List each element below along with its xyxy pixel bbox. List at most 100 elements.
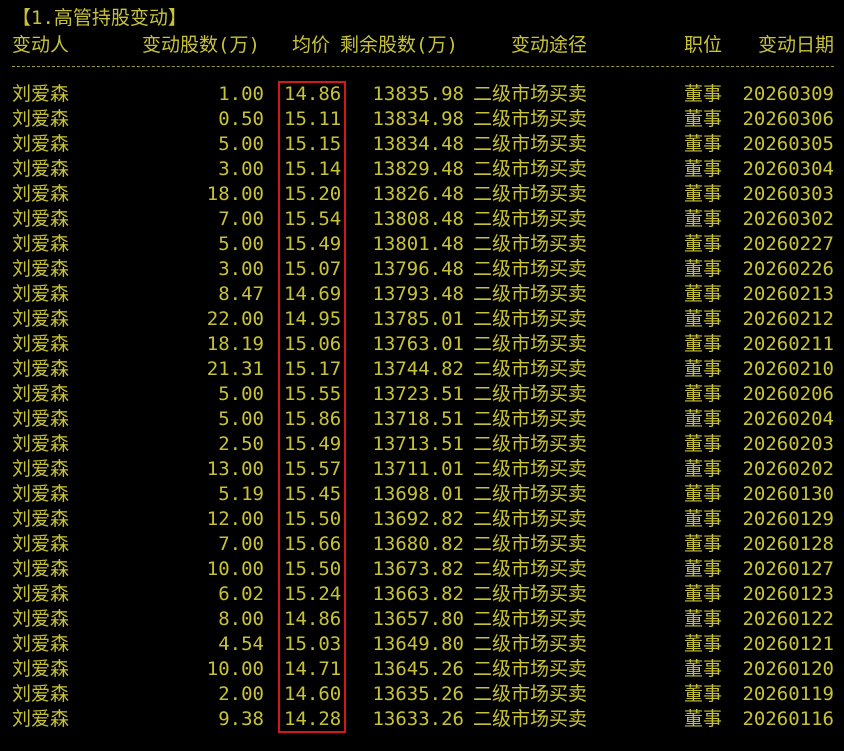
cell-name: 刘爱森 [12, 283, 70, 305]
cell-remain: 13692.82 [372, 508, 464, 530]
table-row[interactable]: 刘爱森 2.50 15.49 13713.51 二级市场买卖 董事 20260203 [0, 432, 844, 457]
cell-name: 刘爱森 [12, 133, 70, 155]
cell-position: 董事 [684, 583, 723, 605]
cell-date: 20260128 [742, 533, 834, 555]
cell-position: 董事 [684, 483, 723, 505]
table-row[interactable]: 刘爱森 10.00 15.50 13673.82 二级市场买卖 董事 20260127 [0, 557, 844, 582]
cell-route: 二级市场买卖 [473, 358, 588, 380]
cell-shares: 8.47 [218, 283, 264, 305]
cell-shares: 5.19 [218, 483, 264, 505]
header-route: 变动途径 [511, 34, 588, 56]
cell-date: 20260306 [742, 108, 834, 130]
cell-route: 二级市场买卖 [473, 208, 588, 230]
cell-name: 刘爱森 [12, 533, 70, 555]
cell-name: 刘爱森 [12, 158, 70, 180]
cell-name: 刘爱森 [12, 633, 70, 655]
cell-price: 14.69 [284, 283, 342, 305]
cell-position: 董事 [684, 133, 723, 155]
table-row[interactable]: 刘爱森 0.50 15.11 13834.98 二级市场买卖 董事 20260306 [0, 107, 844, 132]
table-row[interactable]: 刘爱森 5.00 15.49 13801.48 二级市场买卖 董事 20260227 [0, 232, 844, 257]
cell-position: 董事 [684, 558, 723, 580]
table-row[interactable]: 刘爱森 12.00 15.50 13692.82 二级市场买卖 董事 20260129 [0, 507, 844, 532]
cell-position: 董事 [684, 508, 723, 530]
table-row[interactable]: 刘爱森 5.19 15.45 13698.01 二级市场买卖 董事 20260130 [0, 482, 844, 507]
cell-date: 20260202 [742, 458, 834, 480]
cell-date: 20260203 [742, 433, 834, 455]
cell-route: 二级市场买卖 [473, 508, 588, 530]
cell-position: 董事 [684, 258, 723, 280]
table-row[interactable]: 刘爱森 7.00 15.66 13680.82 二级市场买卖 董事 20260128 [0, 532, 844, 557]
cell-shares: 10.00 [206, 558, 264, 580]
cell-price: 15.11 [284, 108, 342, 130]
cell-position: 董事 [684, 608, 723, 630]
header-shares: 变动股数(万) [142, 34, 260, 56]
cell-price: 15.17 [284, 358, 342, 380]
cell-route: 二级市场买卖 [473, 458, 588, 480]
transaction-table: 刘爱森 1.00 14.86 13835.98 二级市场买卖 董事 20260309 刘爱森 0… [0, 82, 844, 732]
cell-name: 刘爱森 [12, 208, 70, 230]
cell-position: 董事 [684, 233, 723, 255]
table-row[interactable]: 刘爱森 5.00 15.55 13723.51 二级市场买卖 董事 20260206 [0, 382, 844, 407]
cell-price: 15.20 [284, 183, 342, 205]
header-separator [12, 66, 834, 67]
table-row[interactable]: 刘爱森 6.02 15.24 13663.82 二级市场买卖 董事 20260123 [0, 582, 844, 607]
cell-date: 20260302 [742, 208, 834, 230]
table-row[interactable]: 刘爱森 8.47 14.69 13793.48 二级市场买卖 董事 20260213 [0, 282, 844, 307]
table-row[interactable]: 刘爱森 18.19 15.06 13763.01 二级市场买卖 董事 20260211 [0, 332, 844, 357]
cell-date: 20260116 [742, 708, 834, 730]
cell-price: 14.86 [284, 608, 342, 630]
cell-date: 20260119 [742, 683, 834, 705]
cell-remain: 13635.26 [372, 683, 464, 705]
cell-route: 二级市场买卖 [473, 233, 588, 255]
cell-price: 15.07 [284, 258, 342, 280]
cell-shares: 8.00 [218, 608, 264, 630]
cell-route: 二级市场买卖 [473, 658, 588, 680]
cell-name: 刘爱森 [12, 183, 70, 205]
cell-remain: 13763.01 [372, 333, 464, 355]
cell-remain: 13657.80 [372, 608, 464, 630]
cell-price: 14.28 [284, 708, 342, 730]
table-row[interactable]: 刘爱森 10.00 14.71 13645.26 二级市场买卖 董事 20260120 [0, 657, 844, 682]
cell-date: 20260212 [742, 308, 834, 330]
cell-shares: 18.00 [206, 183, 264, 205]
table-row[interactable]: 刘爱森 1.00 14.86 13835.98 二级市场买卖 董事 20260309 [0, 82, 844, 107]
table-row[interactable]: 刘爱森 5.00 15.86 13718.51 二级市场买卖 董事 20260204 [0, 407, 844, 432]
cell-route: 二级市场买卖 [473, 483, 588, 505]
cell-shares: 21.31 [206, 358, 264, 380]
cell-name: 刘爱森 [12, 508, 70, 530]
cell-shares: 18.19 [206, 333, 264, 355]
table-row[interactable]: 刘爱森 22.00 14.95 13785.01 二级市场买卖 董事 20260212 [0, 307, 844, 332]
table-row[interactable]: 刘爱森 13.00 15.57 13711.01 二级市场买卖 董事 20260202 [0, 457, 844, 482]
table-row[interactable]: 刘爱森 2.00 14.60 13635.26 二级市场买卖 董事 20260119 [0, 682, 844, 707]
table-row[interactable]: 刘爱森 3.00 15.14 13829.48 二级市场买卖 董事 20260304 [0, 157, 844, 182]
cell-position: 董事 [684, 683, 723, 705]
cell-date: 20260127 [742, 558, 834, 580]
cell-date: 20260303 [742, 183, 834, 205]
cell-shares: 9.38 [218, 708, 264, 730]
cell-date: 20260211 [742, 333, 834, 355]
cell-date: 20260227 [742, 233, 834, 255]
cell-remain: 13834.98 [372, 108, 464, 130]
cell-price: 15.50 [284, 508, 342, 530]
table-row[interactable]: 刘爱森 3.00 15.07 13796.48 二级市场买卖 董事 20260226 [0, 257, 844, 282]
cell-shares: 0.50 [218, 108, 264, 130]
cell-price: 15.49 [284, 233, 342, 255]
table-row[interactable]: 刘爱森 5.00 15.15 13834.48 二级市场买卖 董事 20260305 [0, 132, 844, 157]
table-row[interactable]: 刘爱森 21.31 15.17 13744.82 二级市场买卖 董事 20260210 [0, 357, 844, 382]
table-row[interactable]: 刘爱森 8.00 14.86 13657.80 二级市场买卖 董事 20260122 [0, 607, 844, 632]
cell-remain: 13713.51 [372, 433, 464, 455]
cell-route: 二级市场买卖 [473, 158, 588, 180]
cell-name: 刘爱森 [12, 383, 70, 405]
cell-remain: 13785.01 [372, 308, 464, 330]
table-row[interactable]: 刘爱森 4.54 15.03 13649.80 二级市场买卖 董事 20260121 [0, 632, 844, 657]
table-row[interactable]: 刘爱森 7.00 15.54 13808.48 二级市场买卖 董事 20260302 [0, 207, 844, 232]
table-row[interactable]: 刘爱森 9.38 14.28 13633.26 二级市场买卖 董事 20260116 [0, 707, 844, 732]
table-row[interactable]: 刘爱森 18.00 15.20 13826.48 二级市场买卖 董事 20260303 [0, 182, 844, 207]
cell-remain: 13723.51 [372, 383, 464, 405]
cell-shares: 3.00 [218, 258, 264, 280]
cell-remain: 13633.26 [372, 708, 464, 730]
cell-date: 20260210 [742, 358, 834, 380]
cell-price: 14.71 [284, 658, 342, 680]
cell-shares: 13.00 [206, 458, 264, 480]
cell-date: 20260204 [742, 408, 834, 430]
